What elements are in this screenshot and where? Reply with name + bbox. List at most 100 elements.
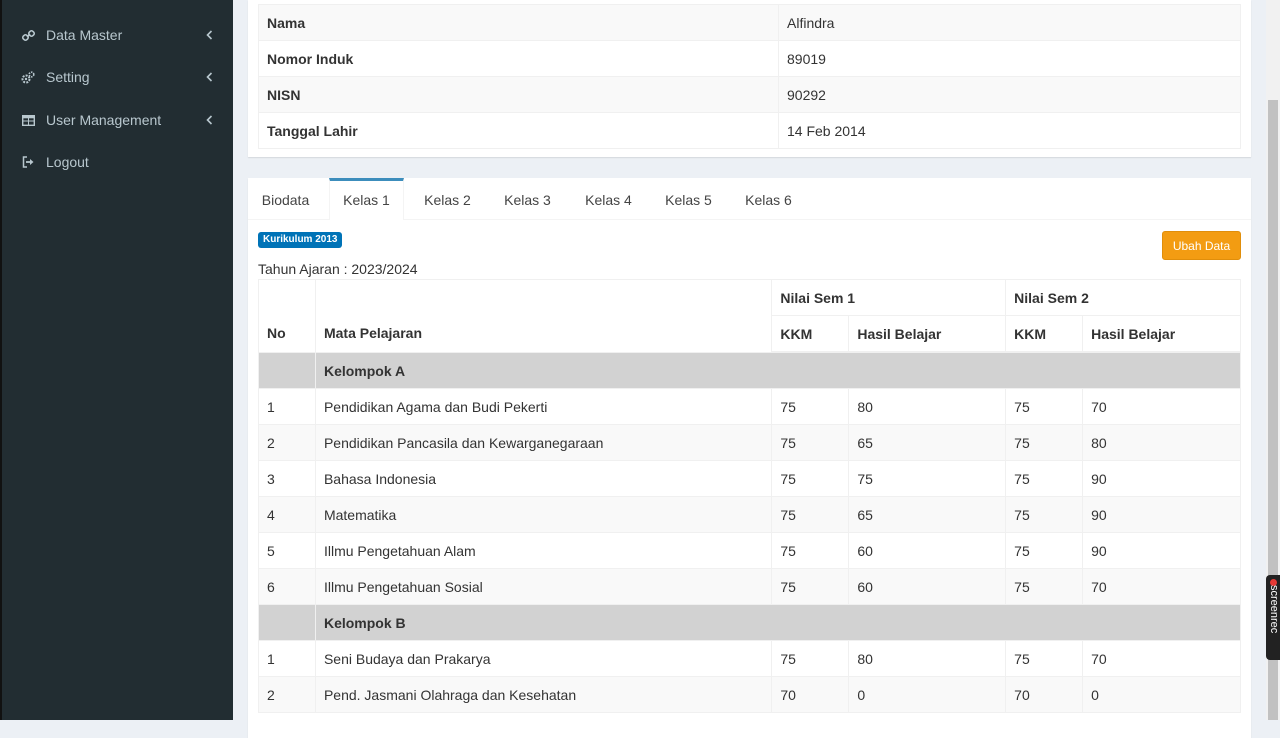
info-value: 90292 <box>778 76 1241 113</box>
row-subject: Pendidikan Pancasila dan Kewarganegaraan <box>314 424 773 461</box>
sidebar-item-logout[interactable]: Logout <box>2 147 233 177</box>
tab-kelas-3[interactable]: Kelas 3 <box>490 178 565 219</box>
row-result-sem1: 75 <box>848 460 1007 497</box>
row-no: 2 <box>258 676 316 713</box>
academic-year: Tahun Ajaran : 2023/2024 <box>258 261 418 277</box>
header-subject: Mata Pelajaran <box>314 279 773 353</box>
row-no: 5 <box>258 532 316 569</box>
table-row: 6 Illmu Pengetahuan Sosial 75 60 75 70 <box>258 568 1241 605</box>
row-no: 3 <box>258 460 316 497</box>
row-kkm-sem2: 75 <box>1005 568 1084 605</box>
row-kkm-sem1: 75 <box>771 496 850 533</box>
group-name: Kelompok B <box>314 604 1242 641</box>
info-label: Tanggal Lahir <box>258 112 779 149</box>
row-result-sem1: 65 <box>848 424 1007 461</box>
info-label: Nomor Induk <box>258 40 779 77</box>
row-no: 1 <box>258 388 316 425</box>
table-row: 2 Pendidikan Pancasila dan Kewarganegaraa… <box>258 424 1241 461</box>
info-value: 89019 <box>778 40 1241 77</box>
row-subject: Illmu Pengetahuan Alam <box>314 532 773 569</box>
row-no: 6 <box>258 568 316 605</box>
group-name: Kelompok A <box>314 351 1242 389</box>
row-kkm-sem2: 70 <box>1005 676 1084 713</box>
table-row: 3 Bahasa Indonesia 75 75 75 90 <box>258 460 1241 497</box>
row-kkm-sem2: 75 <box>1005 496 1084 533</box>
watermark-text: screenrec <box>1268 585 1280 634</box>
row-subject: Matematika <box>314 496 773 533</box>
row-subject: Bahasa Indonesia <box>314 460 773 497</box>
grades-table: No Mata Pelajaran Nilai Sem 1 Nilai Sem … <box>258 279 1242 713</box>
row-no: 1 <box>258 640 316 677</box>
info-label: NISN <box>258 76 779 113</box>
sidebar-item-setting[interactable]: Setting <box>2 62 233 92</box>
table-icon <box>21 113 35 127</box>
screenrec-watermark: screenrec <box>1266 575 1280 660</box>
group-row: Kelompok B <box>258 604 1242 641</box>
edit-data-button[interactable]: Ubah Data <box>1162 231 1241 260</box>
tab-kelas-4[interactable]: Kelas 4 <box>571 178 646 219</box>
class-tabs: Biodata Kelas 1 Kelas 2 Kelas 3 Kelas 4 … <box>248 178 1251 220</box>
info-row: Tanggal Lahir 14 Feb 2014 <box>258 112 1241 149</box>
row-kkm-sem1: 75 <box>771 532 850 569</box>
curriculum-badge: Kurikulum 2013 <box>258 232 343 248</box>
row-result-sem1: 65 <box>848 496 1007 533</box>
group-spacer <box>258 351 316 389</box>
tab-biodata[interactable]: Biodata <box>248 178 323 219</box>
row-subject: Illmu Pengetahuan Sosial <box>314 568 773 605</box>
table-row: 4 Matematika 75 65 75 90 <box>258 496 1241 533</box>
row-result-sem1: 80 <box>848 388 1007 425</box>
row-result-sem2: 70 <box>1082 640 1241 677</box>
sidebar-item-label: Logout <box>46 154 89 170</box>
grades-body: Kelompok A 1 Pendidikan Agama dan Budi Pek… <box>258 351 1242 713</box>
row-kkm-sem1: 75 <box>771 568 850 605</box>
header-result-sem2: Hasil Belajar <box>1082 315 1241 353</box>
row-subject: Pendidikan Agama dan Budi Pekerti <box>314 388 773 425</box>
group-spacer <box>258 604 316 641</box>
row-kkm-sem2: 75 <box>1005 640 1084 677</box>
row-result-sem2: 90 <box>1082 532 1241 569</box>
header-kkm-sem1: KKM <box>771 315 850 353</box>
sidebar: Data Master Setting User Management Logo… <box>0 0 233 720</box>
tab-kelas-5[interactable]: Kelas 5 <box>651 178 726 219</box>
table-header-row: No Mata Pelajaran Nilai Sem 1 Nilai Sem … <box>258 279 1241 353</box>
student-info-table: Nama Alfindra Nomor Induk 89019 NISN 902… <box>258 4 1241 149</box>
tab-kelas-6[interactable]: Kelas 6 <box>731 178 806 219</box>
row-kkm-sem2: 75 <box>1005 424 1084 461</box>
row-subject: Seni Budaya dan Prakarya <box>314 640 773 677</box>
info-label: Nama <box>258 4 779 41</box>
row-subject: Pend. Jasmani Olahraga dan Kesehatan <box>314 676 773 713</box>
sidebar-item-user-management[interactable]: User Management <box>2 105 233 135</box>
sidebar-item-label: Data Master <box>46 27 123 43</box>
table-row: 1 Seni Budaya dan Prakarya 75 80 75 70 <box>258 640 1241 677</box>
row-kkm-sem2: 75 <box>1005 532 1084 569</box>
row-result-sem1: 0 <box>848 676 1007 713</box>
header-kkm-sem2: KKM <box>1005 315 1084 353</box>
header-sem1: Nilai Sem 1 <box>771 279 1007 316</box>
group-row: Kelompok A <box>258 351 1242 389</box>
row-result-sem1: 60 <box>848 532 1007 569</box>
info-row: NISN 90292 <box>258 76 1241 113</box>
row-result-sem2: 80 <box>1082 424 1241 461</box>
info-value: Alfindra <box>778 4 1241 41</box>
sidebar-item-data-master[interactable]: Data Master <box>2 20 233 50</box>
chevron-left-icon <box>206 27 216 43</box>
info-row: Nama Alfindra <box>258 4 1241 41</box>
tab-kelas-2[interactable]: Kelas 2 <box>410 178 485 219</box>
row-kkm-sem1: 75 <box>771 388 850 425</box>
table-row: 2 Pend. Jasmani Olahraga dan Kesehatan 70 0… <box>258 676 1241 713</box>
header-no: No <box>258 279 316 353</box>
row-result-sem2: 70 <box>1082 568 1241 605</box>
table-row: 5 Illmu Pengetahuan Alam 75 60 75 90 <box>258 532 1241 569</box>
sidebar-item-label: User Management <box>46 112 162 128</box>
grades-box: Biodata Kelas 1 Kelas 2 Kelas 3 Kelas 4 … <box>248 178 1251 738</box>
row-kkm-sem1: 70 <box>771 676 850 713</box>
row-result-sem2: 0 <box>1082 676 1241 713</box>
student-info-box: Nama Alfindra Nomor Induk 89019 NISN 902… <box>248 0 1251 157</box>
sidebar-item-label: Setting <box>46 69 90 85</box>
row-result-sem2: 90 <box>1082 460 1241 497</box>
row-result-sem2: 90 <box>1082 496 1241 533</box>
chevron-left-icon <box>206 69 216 85</box>
row-no: 4 <box>258 496 316 533</box>
tab-kelas-1[interactable]: Kelas 1 <box>329 178 404 220</box>
row-kkm-sem2: 75 <box>1005 460 1084 497</box>
